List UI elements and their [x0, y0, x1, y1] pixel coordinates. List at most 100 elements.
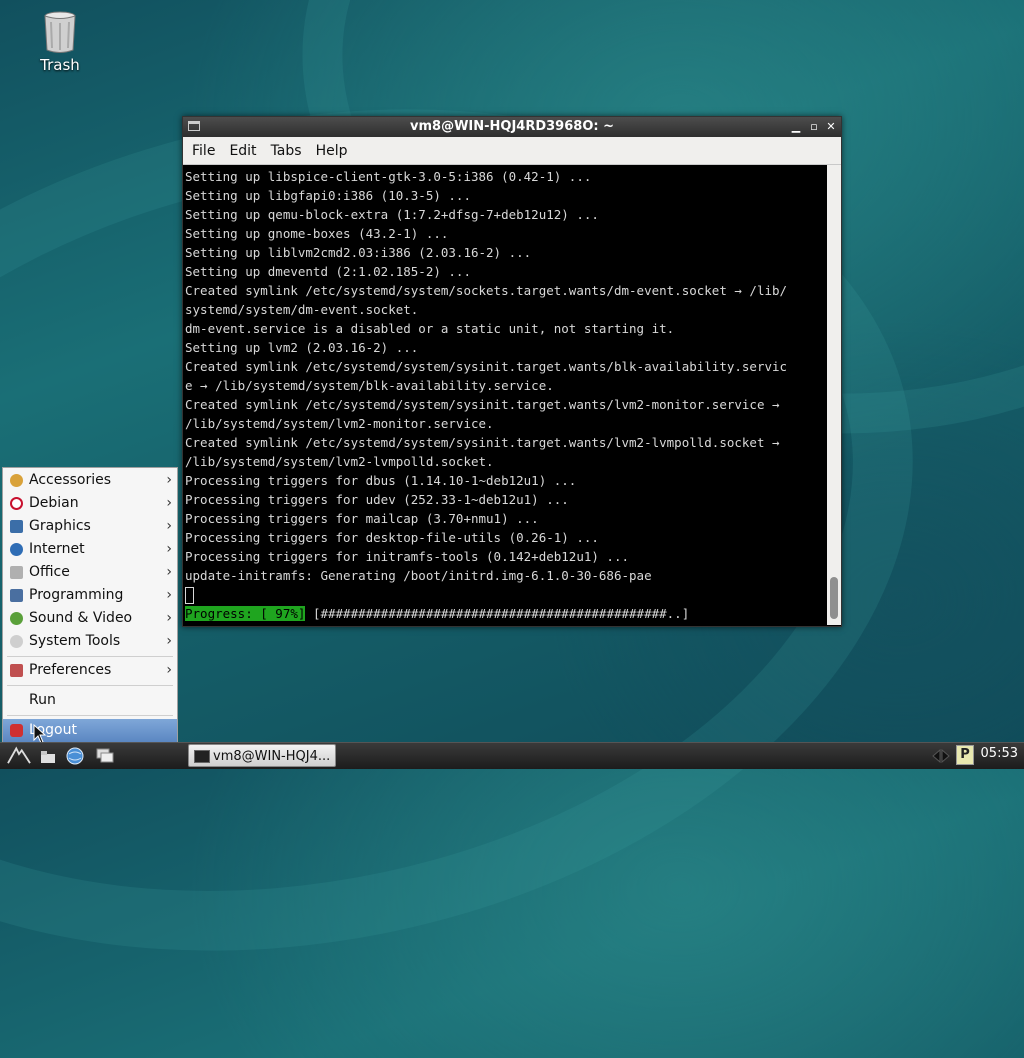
- menu-item-programming[interactable]: Programming ›: [3, 584, 177, 607]
- terminal-line: Processing triggers for dbus (1.14.10-1~…: [185, 473, 577, 488]
- chevron-right-icon: ›: [166, 587, 172, 603]
- start-menu-icon[interactable]: [4, 743, 34, 765]
- terminal-line: Created symlink /etc/systemd/system/sysi…: [185, 359, 788, 374]
- menu-item-label: Debian: [29, 495, 79, 511]
- menu-item-graphics[interactable]: Graphics ›: [3, 515, 177, 538]
- menu-edit[interactable]: Edit: [222, 143, 263, 159]
- menu-item-run[interactable]: Run: [3, 689, 177, 712]
- taskbar: vm8@WIN-HQJ4... P 05:53: [0, 742, 1024, 769]
- mouse-pointer-icon: [33, 724, 47, 744]
- terminal-line: update-initramfs: Generating /boot/initr…: [185, 568, 652, 583]
- menu-tabs[interactable]: Tabs: [264, 143, 309, 159]
- terminal-line: Setting up dmeventd (2:1.02.185-2) ...: [185, 264, 471, 279]
- taskbar-task-label: vm8@WIN-HQJ4...: [213, 749, 331, 764]
- terminal-line: Setting up qemu-block-extra (1:7.2+dfsg-…: [185, 207, 599, 222]
- programming-icon: [10, 589, 23, 602]
- progress-line: Progress: [ 97%] [######################…: [185, 604, 826, 623]
- menu-item-accessories[interactable]: Accessories ›: [3, 469, 177, 492]
- terminal-line: dm-event.service is a disabled or a stat…: [185, 321, 675, 336]
- terminal-line: /lib/systemd/system/lvm2-monitor.service…: [185, 416, 494, 431]
- globe-icon: [10, 543, 23, 556]
- terminal-scrollbar[interactable]: [827, 165, 841, 625]
- window-menubar: File Edit Tabs Help: [183, 137, 841, 165]
- file-manager-icon[interactable]: [38, 745, 58, 767]
- menu-item-label: Sound & Video: [29, 610, 133, 626]
- menu-item-label: Graphics: [29, 518, 91, 534]
- trash-icon: [44, 11, 76, 53]
- logout-icon: [10, 724, 23, 737]
- terminal-line: Setting up lvm2 (2.03.16-2) ...: [185, 340, 419, 355]
- chevron-right-icon: ›: [166, 472, 172, 488]
- chevron-right-icon: ›: [166, 633, 172, 649]
- terminal-line: /lib/systemd/system/lvm2-lvmpolld.socket…: [185, 454, 494, 469]
- show-desktop-icon[interactable]: [94, 745, 116, 767]
- chevron-right-icon: ›: [166, 541, 172, 557]
- menu-item-label: Office: [29, 564, 70, 580]
- menu-item-logout[interactable]: Logout: [3, 719, 177, 742]
- terminal-line: Created symlink /etc/systemd/system/sock…: [185, 283, 788, 298]
- terminal-line: Processing triggers for udev (252.33-1~d…: [185, 492, 569, 507]
- chevron-right-icon: ›: [166, 662, 172, 678]
- menu-item-label: Programming: [29, 587, 124, 603]
- menu-item-label: Internet: [29, 541, 85, 557]
- taskbar-terminal-button[interactable]: vm8@WIN-HQJ4...: [188, 744, 336, 767]
- terminal-icon: [194, 750, 210, 763]
- terminal-line: Processing triggers for mailcap (3.70+nm…: [185, 511, 539, 526]
- progress-bar-text: [#######################################…: [305, 606, 690, 621]
- menu-separator: [7, 715, 173, 716]
- menu-item-label: Run: [29, 692, 56, 708]
- office-icon: [10, 566, 23, 579]
- network-icon[interactable]: [930, 745, 952, 767]
- menu-file[interactable]: File: [185, 143, 222, 159]
- chevron-right-icon: ›: [166, 564, 172, 580]
- terminal-line: systemd/system/dm-event.socket.: [185, 302, 419, 317]
- chevron-right-icon: ›: [166, 495, 172, 511]
- menu-help[interactable]: Help: [309, 143, 355, 159]
- terminal-line: Created symlink /etc/systemd/system/sysi…: [185, 397, 780, 412]
- menu-separator: [7, 685, 173, 686]
- menu-item-debian[interactable]: Debian ›: [3, 492, 177, 515]
- menu-item-label: System Tools: [29, 633, 121, 649]
- minimize-button[interactable]: ▁: [789, 120, 803, 134]
- menu-item-internet[interactable]: Internet ›: [3, 538, 177, 561]
- web-browser-icon[interactable]: [64, 745, 86, 767]
- terminal-line: Setting up libgfapi0:i386 (10.3-5) ...: [185, 188, 471, 203]
- terminal-cursor-line: [185, 585, 826, 604]
- terminal-line: e → /lib/systemd/system/blk-availability…: [185, 378, 554, 393]
- trash-desktop-icon[interactable]: Trash: [28, 10, 92, 74]
- accessories-icon: [10, 474, 23, 487]
- menu-separator: [7, 656, 173, 657]
- debian-swirl-icon: [10, 497, 23, 510]
- package-updates-icon[interactable]: P: [956, 745, 974, 765]
- start-menu: Accessories › Debian › Graphics › Intern…: [2, 467, 178, 745]
- terminal-window[interactable]: vm8@WIN-HQJ4RD3968O: ~ ▁ ▫ ✕ File Edit T…: [182, 116, 842, 627]
- graphics-icon: [10, 520, 23, 533]
- menu-item-office[interactable]: Office ›: [3, 561, 177, 584]
- maximize-button[interactable]: ▫: [807, 120, 821, 134]
- clock[interactable]: 05:53: [981, 746, 1018, 761]
- window-titlebar[interactable]: vm8@WIN-HQJ4RD3968O: ~ ▁ ▫ ✕: [183, 117, 841, 137]
- terminal-line: Processing triggers for initramfs-tools …: [185, 549, 630, 564]
- text-cursor: [185, 587, 194, 604]
- system-tools-icon: [10, 635, 23, 648]
- chevron-right-icon: ›: [166, 610, 172, 626]
- window-title: vm8@WIN-HQJ4RD3968O: ~: [410, 119, 614, 134]
- menu-item-system-tools[interactable]: System Tools ›: [3, 630, 177, 653]
- chevron-right-icon: ›: [166, 518, 172, 534]
- terminal-line: Setting up libspice-client-gtk-3.0-5:i38…: [185, 169, 592, 184]
- terminal-line: Created symlink /etc/systemd/system/sysi…: [185, 435, 780, 450]
- trash-label: Trash: [40, 56, 80, 74]
- menu-item-label: Accessories: [29, 472, 112, 488]
- terminal-line: Setting up gnome-boxes (43.2-1) ...: [185, 226, 449, 241]
- progress-label: Progress: [ 97%]: [185, 606, 306, 621]
- menu-item-label: Preferences: [29, 662, 112, 678]
- terminal-line: Processing triggers for desktop-file-uti…: [185, 530, 599, 545]
- scrollbar-thumb[interactable]: [830, 577, 838, 619]
- menu-item-sound-video[interactable]: Sound & Video ›: [3, 607, 177, 630]
- preferences-icon: [10, 664, 23, 677]
- sound-video-icon: [10, 612, 23, 625]
- terminal-line: Setting up liblvm2cmd2.03:i386 (2.03.16-…: [185, 245, 532, 260]
- terminal-output[interactable]: Setting up libspice-client-gtk-3.0-5:i38…: [183, 165, 826, 625]
- menu-item-preferences[interactable]: Preferences ›: [3, 659, 177, 682]
- close-button[interactable]: ✕: [824, 120, 838, 134]
